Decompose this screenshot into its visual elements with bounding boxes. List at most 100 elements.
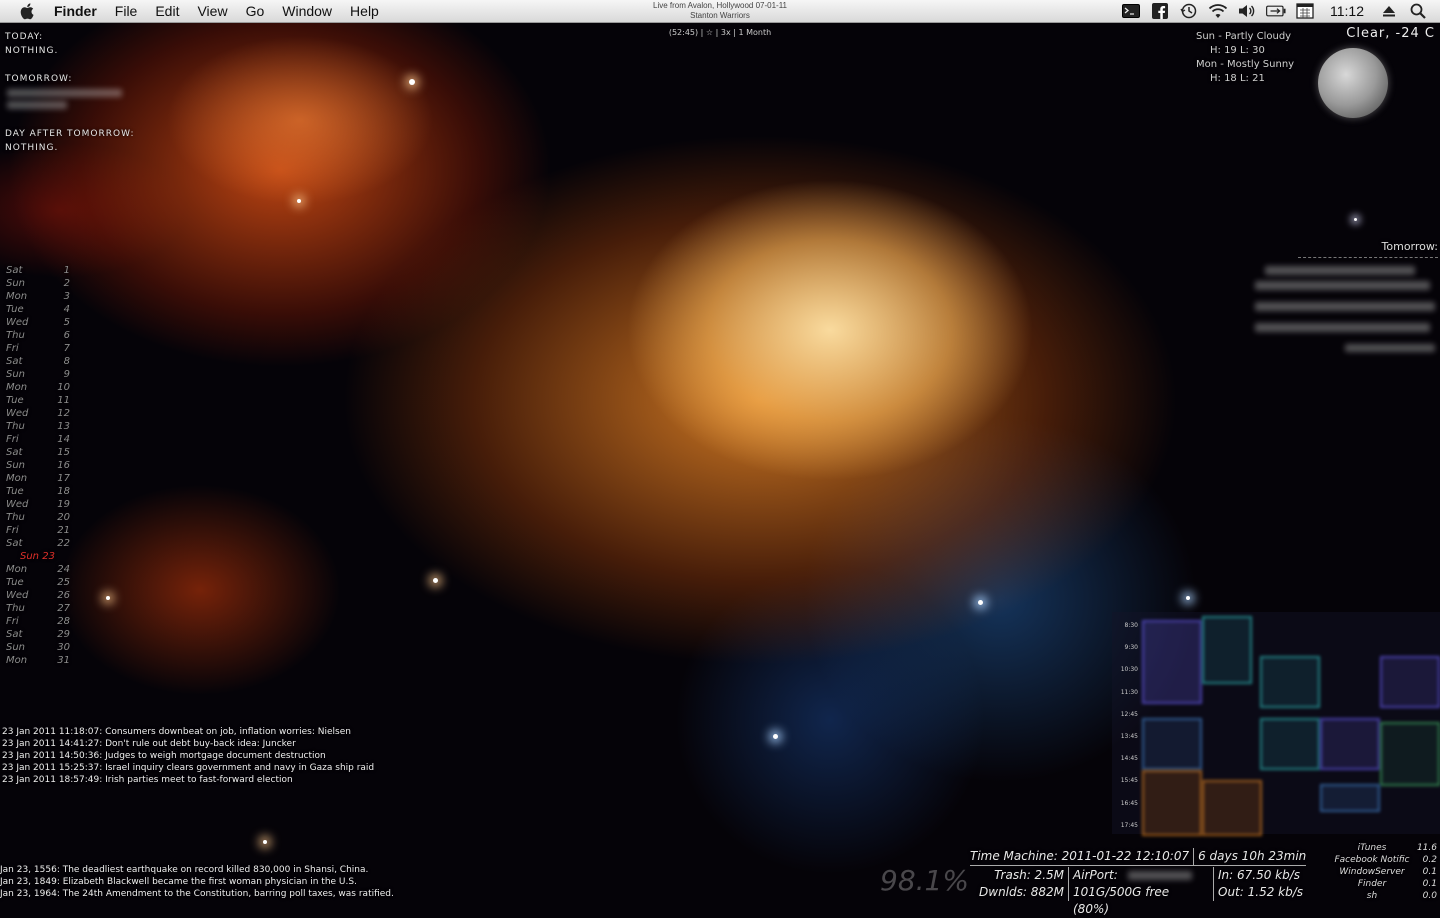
menubar-clock[interactable]: 11:12: [1324, 3, 1370, 19]
calendar-day[interactable]: Tue 4: [4, 303, 74, 316]
schedule-event[interactable]: [1320, 784, 1380, 812]
news-item[interactable]: 23 Jan 2011 14:41:27: Don't rule out deb…: [2, 738, 374, 750]
calendar-day[interactable]: Tue 18: [4, 485, 74, 498]
calendar-weekday: Mon: [6, 655, 28, 666]
calendar-weekday: Sun 23: [20, 551, 55, 562]
calendar-day[interactable]: Fri 14: [4, 433, 74, 446]
calendar-day[interactable]: Thu 13: [4, 420, 74, 433]
calendar-day[interactable]: Tue 25: [4, 576, 74, 589]
calendar-day[interactable]: Wed 12: [4, 407, 74, 420]
schedule-event[interactable]: [1380, 722, 1440, 786]
track-rating-info: (52:45) | ☆ | 3x | 1 Month: [668, 28, 772, 37]
schedule-event[interactable]: [1260, 718, 1320, 770]
terminal-icon[interactable]: [1121, 2, 1141, 20]
calendar-day[interactable]: Sat 29: [4, 628, 74, 641]
calendar-weekday: Tue: [6, 395, 24, 406]
calendar-day[interactable]: Thu 27: [4, 602, 74, 615]
top-processes: iTunes 11.6 Facebook Notific 0.2 WindowServe…: [1326, 842, 1440, 902]
calendar-day[interactable]: Sun 16: [4, 459, 74, 472]
apple-menu-icon[interactable]: [14, 0, 40, 22]
calendar-date: 1: [63, 265, 70, 276]
calendar-day[interactable]: Sat 8: [4, 355, 74, 368]
calendar-weekday: Sat: [6, 629, 23, 640]
calendar-day[interactable]: Fri 21: [4, 524, 74, 537]
right-tomorrow-label: Tomorrow:: [1381, 240, 1438, 253]
calendar-day[interactable]: Mon 3: [4, 290, 74, 303]
calendar-icon[interactable]: [1295, 2, 1315, 20]
network-out: Out: 1.52 kb/s: [1218, 885, 1304, 899]
schedule-event[interactable]: [1142, 620, 1202, 704]
news-item[interactable]: 23 Jan 2011 15:25:37: Israel inquiry cle…: [2, 762, 374, 774]
schedule-event[interactable]: [1202, 780, 1262, 836]
schedule-event[interactable]: [1260, 656, 1320, 708]
facebook-icon[interactable]: [1150, 2, 1170, 20]
calendar-date: 2: [63, 278, 70, 289]
calendar-day[interactable]: Mon 24: [4, 563, 74, 576]
wallpaper-star: [409, 79, 415, 85]
news-item[interactable]: 23 Jan 2011 11:18:07: Consumers downbeat…: [2, 726, 374, 738]
menu-go[interactable]: Go: [240, 0, 277, 22]
weather-day2: Mon - Mostly Sunny: [1196, 59, 1295, 70]
menu-edit[interactable]: Edit: [149, 0, 191, 22]
calendar-weekday: Wed: [6, 317, 29, 328]
calendar-date: 30: [57, 642, 70, 653]
divider: [1298, 257, 1438, 258]
menu-view[interactable]: View: [191, 0, 239, 22]
calendar-weekday: Tue: [6, 304, 24, 315]
calendar-weekday: Thu: [6, 603, 25, 614]
calendar-weekday: Sat: [6, 265, 23, 276]
calendar-day[interactable]: Tue 11: [4, 394, 74, 407]
schedule-event[interactable]: [1320, 718, 1380, 770]
calendar-day[interactable]: Sun 30: [4, 641, 74, 654]
calendar-day[interactable]: Thu 6: [4, 329, 74, 342]
calendar-day[interactable]: Fri 7: [4, 342, 74, 355]
airport-label: AirPort:: [1073, 868, 1118, 882]
spotlight-icon[interactable]: [1408, 2, 1428, 20]
downloads-size: Dwnlds: 882M: [979, 885, 1064, 899]
schedule-event[interactable]: [1202, 616, 1252, 684]
wifi-icon[interactable]: [1208, 2, 1228, 20]
menu-help[interactable]: Help: [344, 0, 391, 22]
calendar-date: 13: [57, 421, 70, 432]
calendar-date: 31: [57, 655, 70, 666]
calendar-day[interactable]: Sun 23: [4, 550, 74, 563]
calendar-day[interactable]: Mon 10: [4, 381, 74, 394]
menu-file[interactable]: File: [109, 0, 150, 22]
moon-phase-icon: [1318, 48, 1388, 118]
calendar-day[interactable]: Sun 2: [4, 277, 74, 290]
process-cpu: 0.0: [1422, 891, 1437, 901]
calendar-date: 10: [57, 382, 70, 393]
weather-forecast: Sun - Partly Cloudy H: 19 L: 30 Mon - Mo…: [1196, 30, 1316, 86]
schedule-event[interactable]: [1142, 718, 1202, 770]
calendar-day[interactable]: Sun 9: [4, 368, 74, 381]
menu-bar: Finder File Edit View Go Window Help Liv…: [0, 0, 1440, 23]
schedule-event[interactable]: [1142, 770, 1202, 836]
battery-icon[interactable]: [1266, 2, 1286, 20]
news-item[interactable]: 23 Jan 2011 18:57:49: Irish parties meet…: [2, 774, 374, 786]
weather-current: Clear, -24 C: [1346, 26, 1435, 41]
schedule-event[interactable]: [1380, 656, 1440, 708]
menu-finder[interactable]: Finder: [48, 0, 109, 22]
process-name: Facebook Notific: [1334, 855, 1410, 865]
calendar-weekday: Fri: [6, 434, 19, 445]
news-item[interactable]: 23 Jan 2011 14:50:36: Judges to weigh mo…: [2, 750, 374, 762]
eject-icon[interactable]: [1379, 2, 1399, 20]
wallpaper-star: [1354, 218, 1357, 221]
calendar-day[interactable]: Mon 17: [4, 472, 74, 485]
calendar-day[interactable]: Wed 26: [4, 589, 74, 602]
calendar-day[interactable]: Fri 28: [4, 615, 74, 628]
now-playing-artist: Stanton Warriors: [690, 11, 750, 20]
calendar-day[interactable]: Thu 20: [4, 511, 74, 524]
time-machine-icon[interactable]: [1179, 2, 1199, 20]
calendar-day[interactable]: Mon 31: [4, 654, 74, 667]
agenda-widget: Today: Nothing. Tomorrow: Day after tomo…: [5, 30, 165, 155]
trash-size: Trash: 2.5M: [994, 868, 1064, 882]
menu-window[interactable]: Window: [276, 0, 344, 22]
calendar-day[interactable]: Wed 19: [4, 498, 74, 511]
calendar-date: 22: [57, 538, 70, 549]
calendar-day[interactable]: Sat 22: [4, 537, 74, 550]
calendar-day[interactable]: Sat 15: [4, 446, 74, 459]
calendar-day[interactable]: Sat 1: [4, 264, 74, 277]
volume-icon[interactable]: [1237, 2, 1257, 20]
calendar-day[interactable]: Wed 5: [4, 316, 74, 329]
